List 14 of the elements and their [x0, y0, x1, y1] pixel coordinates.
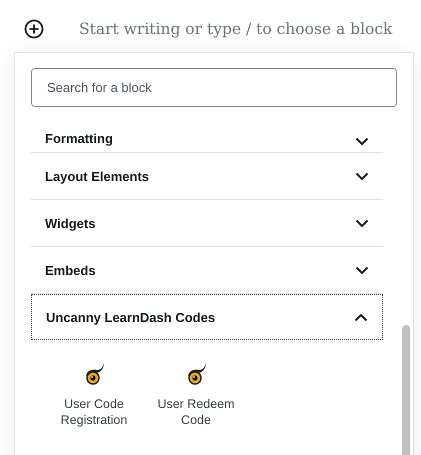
- search-field[interactable]: Search for a block: [31, 68, 397, 107]
- editor-placeholder[interactable]: Start writing or type / to choose a block: [79, 20, 392, 38]
- eye-icon: [83, 362, 105, 386]
- block-item[interactable]: User Code Registration: [45, 358, 143, 432]
- add-block-icon[interactable]: [24, 19, 44, 39]
- chevron-down-icon: [355, 218, 369, 228]
- block-item[interactable]: User Redeem Code: [147, 358, 245, 432]
- chevron-down-icon: [355, 172, 369, 180]
- chevron-down-icon: [355, 266, 369, 274]
- category-toggle[interactable]: Uncanny LearnDash Codes: [31, 294, 383, 340]
- eye-icon: [185, 362, 207, 386]
- chevron-up-icon: [354, 312, 368, 322]
- chevron-down-icon: [355, 137, 369, 146]
- scrollbar[interactable]: [402, 325, 410, 455]
